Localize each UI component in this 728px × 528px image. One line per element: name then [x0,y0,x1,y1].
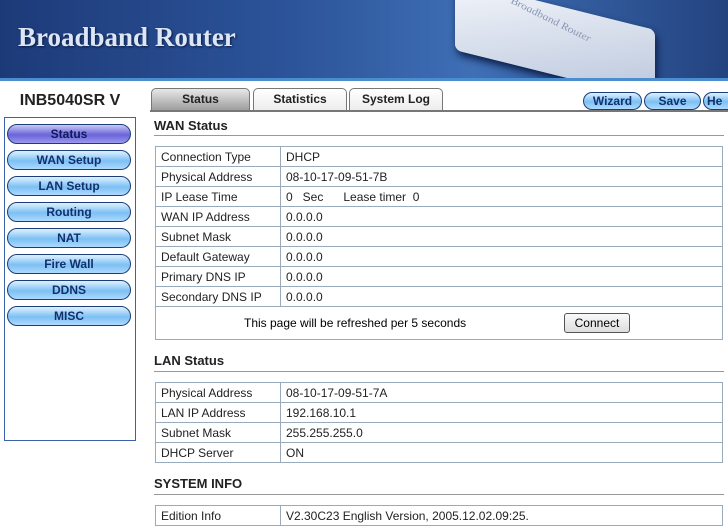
divider [154,135,724,136]
field-value: 0.0.0.0 [280,206,723,227]
table-row: Edition Info V2.30C23 English Version, 20… [155,505,723,526]
divider [154,494,724,495]
tab-statistics[interactable]: Statistics [253,88,347,111]
field-value: 0 Sec Lease timer 0 [280,186,723,207]
field-label: IP Lease Time [155,186,281,207]
sidebar-item-routing[interactable]: Routing [7,202,131,222]
field-label: DHCP Server [155,442,281,463]
tab-system-log[interactable]: System Log [349,88,443,111]
wan-status-heading: WAN Status [154,118,228,133]
field-value: 08-10-17-09-51-7B [280,166,723,187]
model-name: INB5040SR V [19,92,121,109]
table-row: WAN IP Address 0.0.0.0 [155,206,723,227]
table-row: Default Gateway 0.0.0.0 [155,246,723,267]
field-value: 0.0.0.0 [280,286,723,307]
divider [154,371,724,372]
system-info-table: Edition Info V2.30C23 English Version, 20… [155,505,723,526]
router-image-label: Broadband Router [509,0,593,46]
table-row: Physical Address 08-10-17-09-51-7B [155,166,723,187]
sidebar-item-fire-wall[interactable]: Fire Wall [7,254,131,274]
header-divider [0,78,728,81]
table-row: IP Lease Time 0 Sec Lease timer 0 [155,186,723,207]
field-label: Connection Type [155,146,281,167]
save-button[interactable]: Save [644,92,701,110]
system-info-heading: SYSTEM INFO [154,476,243,491]
field-label: Edition Info [155,505,281,526]
sidebar-item-status[interactable]: Status [7,124,131,144]
field-value: 0.0.0.0 [280,266,723,287]
field-value: V2.30C23 English Version, 2005.12.02.09:… [280,505,723,526]
field-label: Physical Address [155,166,281,187]
field-value: 255.255.255.0 [280,422,723,443]
banner-title: Broadband Router [18,22,236,52]
refresh-row: This page will be refreshed per 5 second… [155,306,723,340]
field-label: Primary DNS IP [155,266,281,287]
table-row: Secondary DNS IP 0.0.0.0 [155,286,723,307]
router-image: Broadband Router [455,0,655,78]
field-label: LAN IP Address [155,402,281,423]
field-label: Secondary DNS IP [155,286,281,307]
sidebar-item-misc[interactable]: MISC [7,306,131,326]
header-banner: Broadband Router Broadband Router [0,0,728,78]
lan-status-heading: LAN Status [154,353,225,368]
field-value: ON [280,442,723,463]
field-value: 08-10-17-09-51-7A [280,382,723,403]
field-value: DHCP [280,146,723,167]
table-row: Connection Type DHCP [155,146,723,167]
field-value: 0.0.0.0 [280,246,723,267]
tab-divider [150,110,728,112]
field-label: Subnet Mask [155,422,281,443]
table-row: DHCP Server ON [155,442,723,463]
table-row: Physical Address 08-10-17-09-51-7A [155,382,723,403]
table-row: LAN IP Address 192.168.10.1 [155,402,723,423]
table-row: Primary DNS IP 0.0.0.0 [155,266,723,287]
wan-status-table: Connection Type DHCP Physical Address 08-10… [155,146,723,307]
table-row: Subnet Mask 255.255.255.0 [155,422,723,443]
table-row: Subnet Mask 0.0.0.0 [155,226,723,247]
field-value: 0.0.0.0 [280,226,723,247]
sidebar: Status WAN Setup LAN Setup Routing NAT Fire W… [4,117,136,441]
sidebar-item-lan-setup[interactable]: LAN Setup [7,176,131,196]
sidebar-item-nat[interactable]: NAT [7,228,131,248]
tab-status[interactable]: Status [151,88,250,111]
wizard-button[interactable]: Wizard [583,92,642,110]
field-label: WAN IP Address [155,206,281,227]
sidebar-item-wan-setup[interactable]: WAN Setup [7,150,131,170]
lan-status-table: Physical Address 08-10-17-09-51-7A LAN IP … [155,382,723,463]
refresh-text: This page will be refreshed per 5 second… [244,316,467,330]
field-value: 192.168.10.1 [280,402,723,423]
field-label: Physical Address [155,382,281,403]
connect-button[interactable]: Connect [564,313,630,333]
field-label: Subnet Mask [155,226,281,247]
help-button[interactable]: He [703,92,728,110]
field-label: Default Gateway [155,246,281,267]
sidebar-item-ddns[interactable]: DDNS [7,280,131,300]
